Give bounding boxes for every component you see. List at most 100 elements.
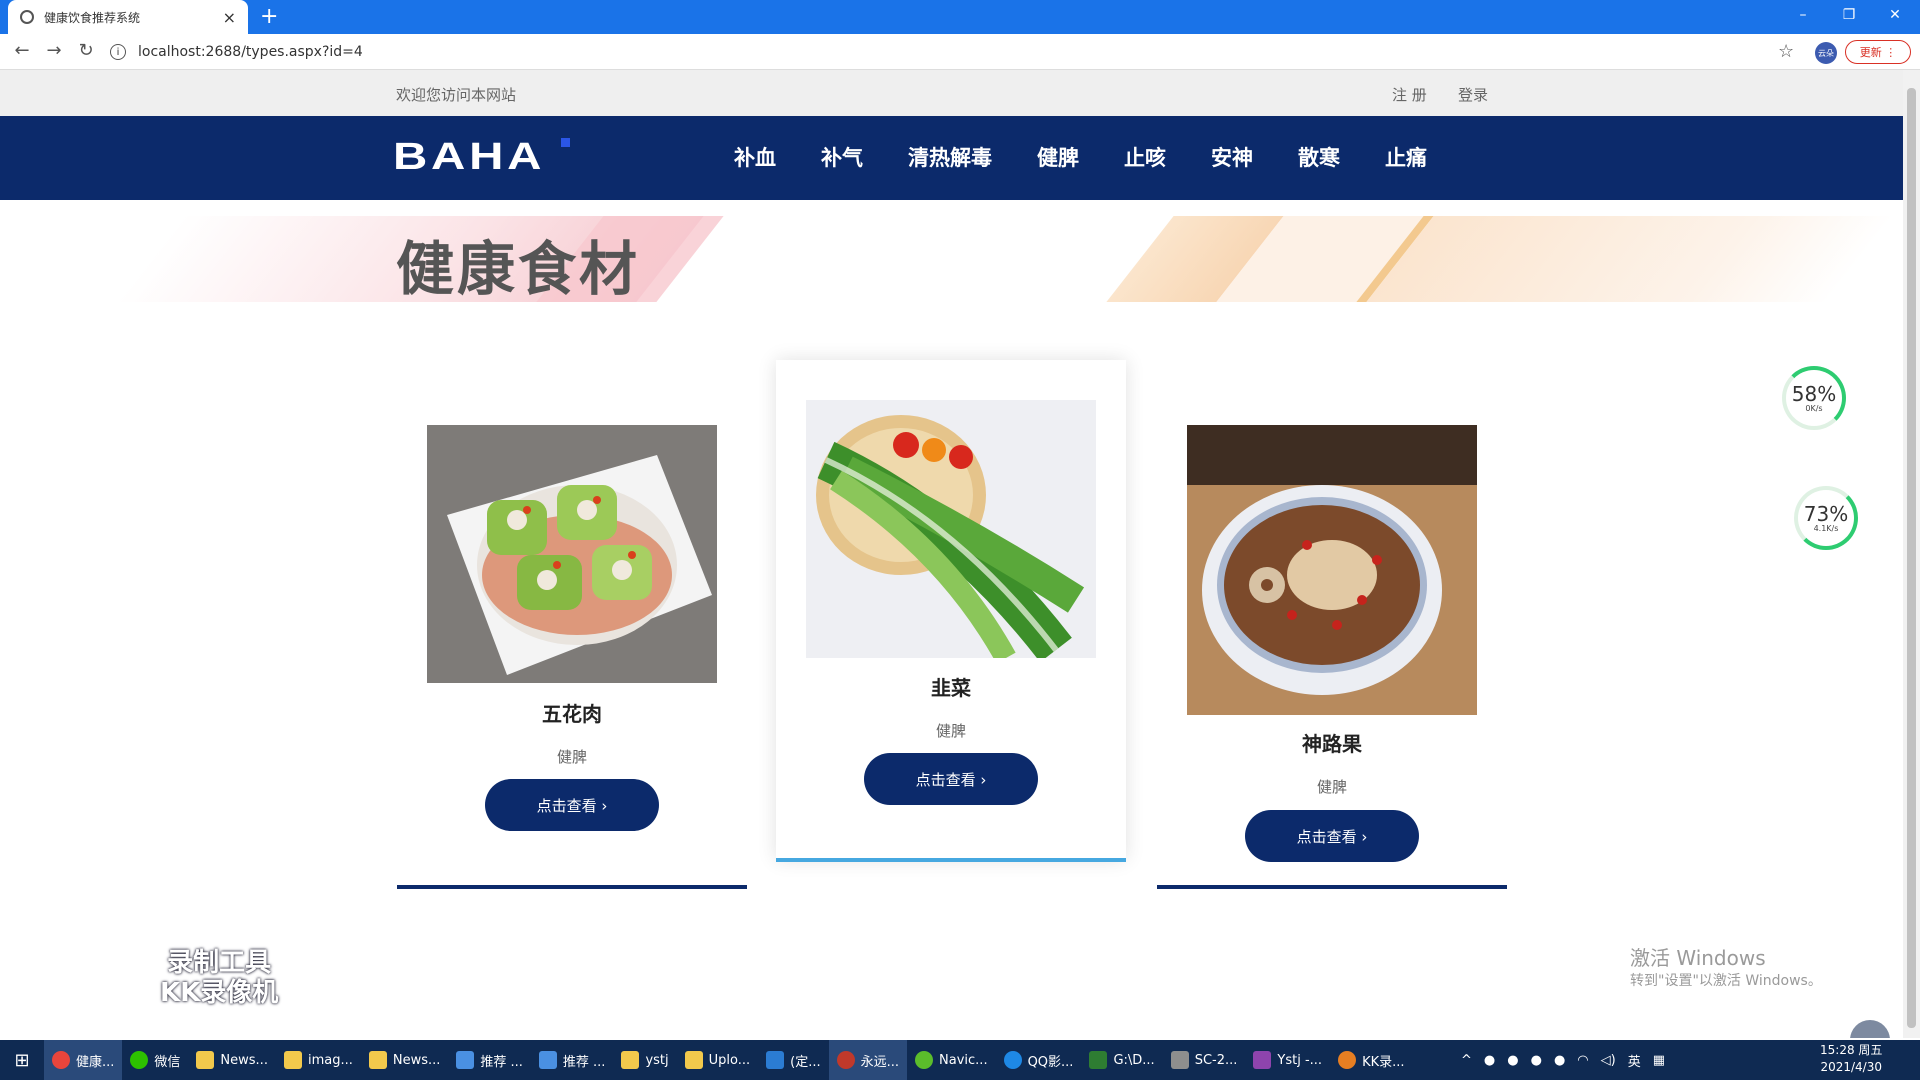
banner-stripe <box>1366 216 1894 302</box>
food-name: 五花肉 <box>542 702 602 726</box>
document-icon <box>538 1051 557 1069</box>
taskbar-clock[interactable]: 15:28 周五 2021/4/30 <box>1820 1042 1882 1076</box>
page-scrollbar[interactable] <box>1903 70 1920 1038</box>
register-link[interactable]: 注 册 <box>1392 84 1427 105</box>
taskbar-item[interactable]: imag... <box>276 1040 361 1080</box>
info-icon[interactable]: i <box>110 44 126 60</box>
nav-item-zhike[interactable]: 止咳 <box>1124 142 1166 172</box>
view-details-button[interactable]: 点击查看 › <box>864 753 1038 805</box>
recorder-icon <box>1338 1051 1357 1069</box>
food-card-active[interactable]: 韭菜 健脾 点击查看 › <box>776 360 1126 862</box>
clock-date: 2021/4/30 <box>1820 1060 1882 1074</box>
taskbar-label: Navic... <box>939 1052 988 1068</box>
nav-item-zhitong[interactable]: 止痛 <box>1385 142 1427 172</box>
windows-taskbar: ⊞ 健康... 微信 News... imag... News... 推荐 ..… <box>0 1040 1920 1080</box>
nav-item-jianpi[interactable]: 健脾 <box>1037 142 1079 172</box>
back-to-top-button[interactable]: ︿ <box>1850 1020 1890 1038</box>
login-link[interactable]: 登录 <box>1458 84 1488 105</box>
view-details-button[interactable]: 点击查看 › <box>485 779 659 831</box>
new-tab-button[interactable]: + <box>260 4 278 30</box>
taskbar-label: 永远... <box>860 1054 900 1070</box>
food-card[interactable]: 五花肉 健脾 点击查看 › <box>397 360 747 889</box>
browser-tab[interactable]: 健康饮食推荐系统 × <box>8 0 248 34</box>
logo-accent <box>561 138 570 147</box>
taskbar-label: SC-2... <box>1194 1052 1238 1068</box>
taskbar-item[interactable]: News... <box>361 1040 449 1080</box>
taskbar-item[interactable]: 推荐 ... <box>448 1040 531 1080</box>
taskbar-item[interactable]: Uplo... <box>677 1040 759 1080</box>
folder-icon <box>196 1051 215 1069</box>
browser-titlebar: 健康饮食推荐系统 × + – ❐ ✕ <box>0 0 1920 34</box>
back-button[interactable]: ← <box>6 40 38 61</box>
food-card[interactable]: 神路果 健脾 点击查看 › <box>1157 360 1507 889</box>
food-image[interactable] <box>1187 425 1477 715</box>
gauge-percent: 73% <box>1803 501 1849 526</box>
nav-item-buqi[interactable]: 补气 <box>821 142 863 172</box>
nav-item-sanhan[interactable]: 散寒 <box>1298 142 1340 172</box>
memory-gauge[interactable]: 73% 4.1K/s <box>1794 486 1858 550</box>
recorder-text: 录制工具 KK录像机 <box>160 948 279 1008</box>
chevron-up-icon[interactable]: ^ <box>1461 1053 1472 1068</box>
site-logo[interactable]: BAHA <box>393 136 545 179</box>
taskbar-item[interactable]: QQ影... <box>996 1040 1082 1080</box>
close-window-button[interactable]: ✕ <box>1872 0 1918 30</box>
main-nav: 补血 补气 清热解毒 健脾 止咳 安神 散寒 止痛 <box>734 142 1472 172</box>
reload-button[interactable]: ↻ <box>70 40 102 61</box>
network-gauge[interactable]: 58% 0K/s <box>1782 366 1846 430</box>
volume-icon[interactable]: ◁) <box>1601 1053 1616 1068</box>
food-name: 韭菜 <box>931 676 971 700</box>
taskbar-item[interactable]: Ystj -... <box>1245 1040 1330 1080</box>
gauge-speed: 4.1K/s <box>1813 523 1839 533</box>
taskbar-item[interactable]: ystj <box>613 1040 676 1080</box>
gauge-percent: 58% <box>1791 381 1837 406</box>
qqplayer-icon <box>1003 1051 1022 1069</box>
taskbar-item[interactable]: (定... <box>758 1040 828 1080</box>
navicat-icon <box>915 1051 934 1069</box>
system-tray: ^ ● ● ● ● ◠ ◁) 英 ▦ <box>1455 1040 1671 1080</box>
restore-button[interactable]: ❐ <box>1826 0 1872 30</box>
nav-item-qingre[interactable]: 清热解毒 <box>908 142 992 172</box>
folder-icon <box>684 1051 703 1069</box>
taskbar-item[interactable]: 健康... <box>44 1040 123 1080</box>
browser-toolbar: ← → ↻ i localhost:2688/types.aspx?id=4 ☆… <box>0 34 1920 70</box>
taskbar-item[interactable]: Navic... <box>907 1040 996 1080</box>
bookmark-star-icon[interactable]: ☆ <box>1778 41 1794 62</box>
folder-icon <box>283 1051 302 1069</box>
food-category: 健脾 <box>556 748 587 766</box>
tray-app-icon[interactable]: ● <box>1507 1053 1518 1068</box>
taskbar-item[interactable]: 永远... <box>828 1040 908 1080</box>
windows-start-icon[interactable]: ⊞ <box>0 1040 44 1080</box>
food-image[interactable] <box>427 425 717 683</box>
scrollbar-thumb[interactable] <box>1907 88 1916 1028</box>
url-text: localhost:2688/types.aspx?id=4 <box>138 44 363 60</box>
tray-app-icon[interactable]: ● <box>1484 1053 1495 1068</box>
nav-item-anshen[interactable]: 安神 <box>1211 142 1253 172</box>
profile-avatar[interactable]: 云朵 <box>1815 42 1837 64</box>
minimize-button[interactable]: – <box>1780 0 1826 30</box>
tray-app-icon[interactable]: ● <box>1554 1053 1565 1068</box>
wifi-icon[interactable]: ◠ <box>1577 1053 1588 1068</box>
globe-icon <box>20 10 34 24</box>
ime-indicator[interactable]: 英 <box>1628 1051 1641 1070</box>
taskbar-item[interactable]: 微信 <box>122 1040 188 1080</box>
taskbar-label: 推荐 ... <box>562 1054 606 1070</box>
chrome-icon <box>52 1051 70 1069</box>
update-button[interactable]: 更新 ⋮ <box>1845 40 1911 64</box>
gauge-speed: 0K/s <box>1805 403 1823 413</box>
close-tab-icon[interactable]: × <box>223 8 236 27</box>
tray-app-icon[interactable]: ● <box>1531 1053 1542 1068</box>
taskbar-item[interactable]: 推荐 ... <box>531 1040 614 1080</box>
visual-studio-icon <box>1253 1051 1272 1069</box>
taskbar-item[interactable]: SC-2... <box>1163 1040 1246 1080</box>
forward-button[interactable]: → <box>38 40 70 61</box>
taskbar-item[interactable]: News... <box>188 1040 276 1080</box>
address-bar[interactable]: i localhost:2688/types.aspx?id=4 <box>110 38 1790 66</box>
taskbar-item[interactable]: KK录... <box>1330 1040 1412 1080</box>
keyboard-icon[interactable]: ▦ <box>1653 1053 1665 1068</box>
taskbar-item[interactable]: G:\D... <box>1081 1040 1162 1080</box>
nav-item-buxue[interactable]: 补血 <box>734 142 776 172</box>
food-image[interactable] <box>806 400 1096 658</box>
view-details-button[interactable]: 点击查看 › <box>1245 810 1419 862</box>
taskbar-label: imag... <box>307 1052 353 1068</box>
explorer-icon <box>1089 1051 1108 1069</box>
